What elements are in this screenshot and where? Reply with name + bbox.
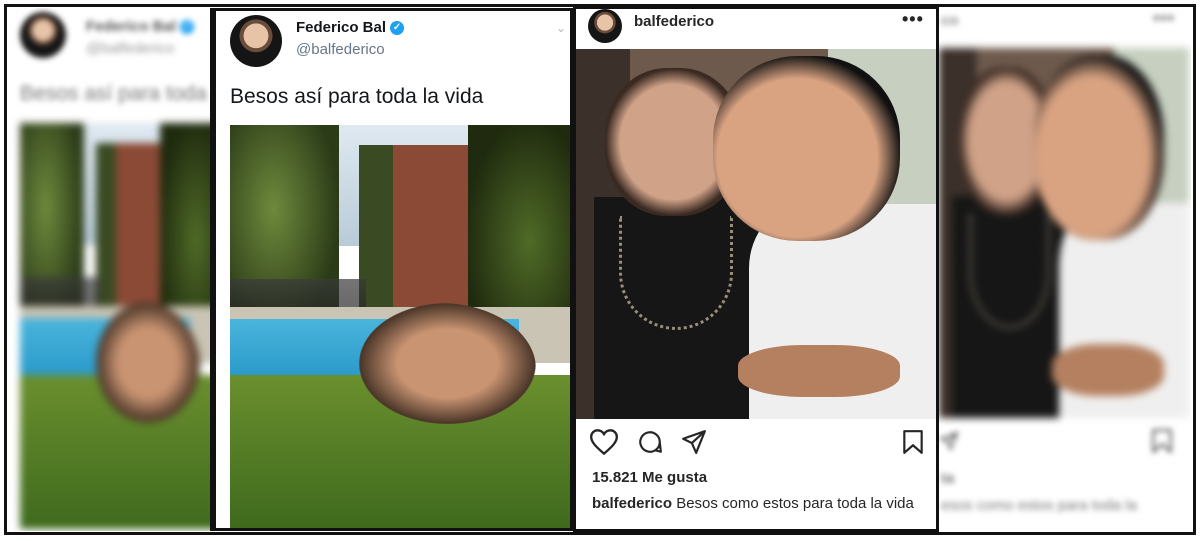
verified-icon: ✓ [180, 20, 195, 35]
avatar[interactable] [588, 9, 622, 43]
left-blurred-tweet: Federico Bal ✓ @balfederico Besos así par… [8, 8, 213, 531]
avatar [20, 12, 66, 58]
instagram-post: balfederico ••• 15.821 Me gusta balfeder… [573, 6, 939, 532]
likes-count: ta [941, 470, 955, 487]
share-icon[interactable] [680, 429, 708, 455]
bookmark-icon [1152, 429, 1172, 453]
post-username[interactable]: balfederico [634, 13, 714, 30]
post-photo [939, 48, 1189, 418]
tweet-handle: @balfederico [86, 40, 175, 57]
bookmark-icon[interactable] [902, 429, 924, 455]
comment-icon[interactable] [636, 429, 664, 455]
more-dots-icon[interactable]: ••• [902, 9, 924, 30]
tweet-text: Besos así para toda [20, 82, 207, 105]
caption-username[interactable]: balfederico [592, 495, 672, 512]
verified-icon: ✓ [390, 21, 405, 36]
likes-count[interactable]: 15.821 Me gusta [592, 469, 707, 486]
post-caption: esos como estos para toda la [941, 497, 1137, 514]
tweet-author-name[interactable]: Federico Bal ✓ [296, 19, 405, 36]
avatar[interactable] [230, 15, 282, 67]
post-photo[interactable] [576, 49, 936, 419]
heart-icon[interactable] [590, 429, 618, 455]
post-username: co [941, 12, 959, 29]
tweet-handle[interactable]: @balfederico [296, 41, 385, 58]
tweet-author-name: Federico Bal ✓ [86, 18, 195, 35]
tweet-photo[interactable] [230, 125, 570, 528]
tweet-card: Federico Bal ✓ @balfederico ⌄ Besos así p… [213, 8, 573, 531]
post-caption: balfederico Besos como estos para toda l… [592, 494, 922, 513]
more-dots-icon: ••• [1153, 8, 1175, 28]
tweet-photo [20, 123, 210, 529]
chevron-down-icon[interactable]: ⌄ [556, 21, 566, 35]
tweet-text: Besos así para toda la vida [230, 85, 484, 108]
caption-text: Besos como estos para toda la vida [676, 495, 914, 512]
right-blurred-post: co ••• ta esos como estos para toda la [939, 8, 1191, 531]
share-icon [939, 431, 959, 451]
